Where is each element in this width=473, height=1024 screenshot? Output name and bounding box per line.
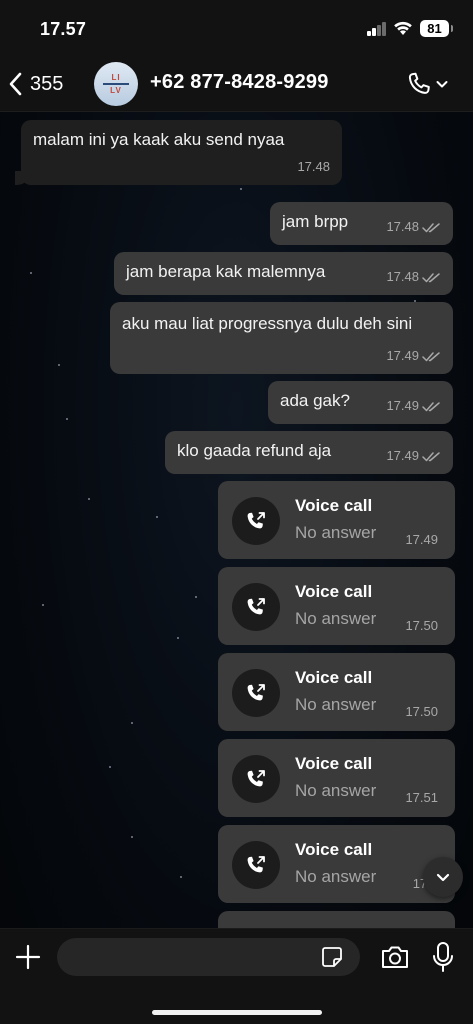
wifi-icon	[394, 21, 412, 35]
voice-call-card[interactable]: Voice call No answer 17.50	[218, 567, 455, 645]
call-time: 17.50	[405, 618, 438, 633]
avatar-text-bottom: LV	[110, 86, 122, 95]
back-button[interactable]: 355	[8, 68, 63, 100]
microphone-icon[interactable]	[430, 941, 456, 973]
message-meta: 17.48	[386, 216, 441, 238]
message-timestamp: 17.48	[297, 159, 330, 174]
unread-count: 355	[30, 72, 64, 95]
voice-call-card[interactable]: Voice call No answer 17.49	[218, 481, 455, 559]
bubble-tail	[15, 171, 31, 185]
double-check-icon	[422, 451, 440, 461]
message-text: malam ini ya kaak aku send nyaa	[33, 130, 285, 149]
message-timestamp: 17.48	[386, 219, 419, 234]
call-icon-badge	[232, 583, 280, 631]
message-bubble-outgoing[interactable]: jam berapa kak malemnya 17.48	[114, 252, 453, 295]
voice-call-card[interactable]: Voice call No answer 17.5	[218, 825, 455, 903]
contact-name[interactable]: +62 877-8428-9299	[150, 71, 329, 94]
call-status: No answer	[295, 609, 377, 628]
double-check-icon	[422, 351, 440, 361]
outgoing-call-icon	[247, 856, 265, 873]
message-input[interactable]	[57, 938, 360, 976]
call-title: Voice call	[295, 496, 373, 515]
call-time: 17.51	[405, 790, 438, 805]
plus-icon[interactable]	[14, 943, 42, 971]
home-indicator	[152, 1010, 322, 1015]
phone-icon	[408, 72, 430, 94]
message-bubble-outgoing[interactable]: ada gak? 17.49	[268, 381, 453, 424]
message-composer	[0, 928, 473, 1024]
chevron-left-icon	[9, 72, 22, 96]
message-bubble-incoming[interactable]: malam ini ya kaak aku send nyaa 17.48	[15, 120, 342, 185]
voice-call-card[interactable]: Voice call No answer 17.50	[218, 653, 455, 731]
message-timestamp: 17.49	[386, 448, 419, 463]
call-status: No answer	[295, 695, 377, 714]
status-time: 17.57	[40, 19, 87, 39]
call-title: Voice call	[295, 754, 373, 773]
call-icon-badge	[232, 755, 280, 803]
call-time: 17.49	[405, 532, 438, 547]
scroll-to-bottom-button[interactable]	[423, 857, 463, 897]
message-text: aku mau liat progressnya dulu deh sini	[122, 314, 413, 333]
cellular-signal-icon	[367, 22, 387, 36]
chevron-down-icon	[436, 873, 450, 882]
camera-icon[interactable]	[380, 944, 410, 970]
message-timestamp: 17.49	[386, 398, 419, 413]
sticker-icon[interactable]	[320, 945, 344, 969]
double-check-icon	[422, 272, 440, 282]
call-status: No answer	[295, 523, 377, 542]
avatar-divider	[103, 83, 129, 85]
outgoing-call-icon	[247, 684, 265, 701]
message-timestamp: 17.49	[386, 348, 419, 363]
message-meta: 17.49	[386, 345, 441, 367]
outgoing-call-icon	[247, 512, 265, 529]
double-check-icon	[422, 222, 440, 232]
call-button[interactable]	[405, 69, 453, 99]
outgoing-call-icon	[247, 770, 265, 787]
message-time: 17.48	[297, 156, 330, 178]
avatar-text-top: LI	[111, 73, 121, 82]
call-status: No answer	[295, 781, 377, 800]
message-meta: 17.49	[386, 445, 441, 467]
call-status: No answer	[295, 867, 377, 886]
call-title: Voice call	[295, 582, 373, 601]
call-icon-badge	[232, 497, 280, 545]
chevron-down-icon	[436, 81, 448, 88]
message-bubble-outgoing[interactable]: jam brpp 17.48	[270, 202, 453, 245]
status-bar: 17.57 81	[0, 0, 473, 56]
avatar[interactable]: LI LV	[94, 62, 138, 106]
call-time: 17.50	[405, 704, 438, 719]
message-meta: 17.49	[386, 395, 441, 417]
message-timestamp: 17.48	[386, 269, 419, 284]
double-check-icon	[422, 401, 440, 411]
message-bubble-outgoing[interactable]: klo gaada refund aja 17.49	[165, 431, 453, 474]
outgoing-call-icon	[247, 598, 265, 615]
call-title: Voice call	[295, 668, 373, 687]
battery-indicator: 81	[420, 20, 453, 37]
voice-call-card[interactable]: Voice call No answer 17.51	[218, 739, 455, 817]
call-icon-badge	[232, 669, 280, 717]
chat-header: 355 LI LV +62 877-8428-9299	[0, 56, 473, 112]
message-bubble-outgoing[interactable]: aku mau liat progressnya dulu deh sini 1…	[110, 302, 453, 374]
call-title: Voice call	[295, 840, 373, 859]
message-meta: 17.48	[386, 266, 441, 288]
call-icon-badge	[232, 841, 280, 889]
